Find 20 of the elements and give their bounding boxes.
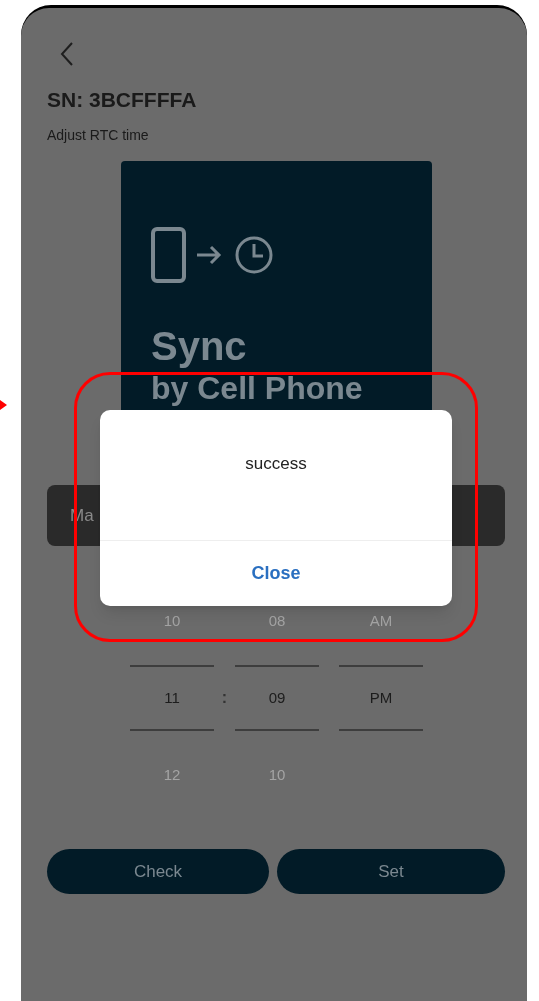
dialog-message: success (245, 454, 307, 475)
time-separator: : (221, 688, 228, 708)
picker-value[interactable]: 10 (163, 609, 181, 633)
picker-value[interactable]: AM (369, 609, 393, 633)
phone-to-clock-icon (151, 227, 275, 283)
action-button[interactable]: Check (47, 849, 269, 894)
arrowhead-icon (0, 398, 7, 412)
subtitle: Adjust RTC time (47, 127, 149, 143)
card-subtitle: by Cell Phone (151, 370, 363, 406)
picker-value[interactable]: 10 (268, 763, 286, 787)
serial-number: SN: 3BCFFFFA (47, 88, 197, 112)
picker-value[interactable]: PM (369, 686, 393, 710)
close-button[interactable]: Close (251, 560, 301, 587)
picker-value[interactable]: 09 (268, 686, 286, 710)
picker-value[interactable]: 11 (164, 686, 180, 710)
picker-value[interactable]: 08 (268, 609, 286, 633)
card-title: Sync (151, 323, 247, 370)
action-button[interactable]: Set (277, 849, 505, 894)
picker-value[interactable]: 12 (163, 763, 181, 787)
back-icon[interactable] (60, 42, 74, 66)
